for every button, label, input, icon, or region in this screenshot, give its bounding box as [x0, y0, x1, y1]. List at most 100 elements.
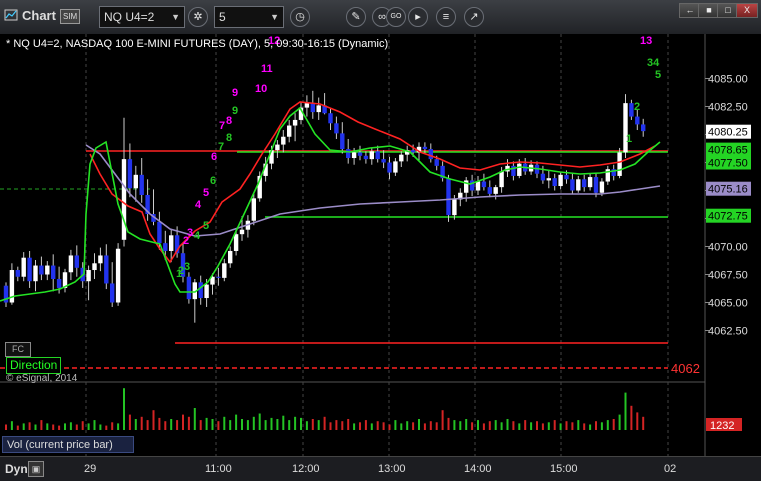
volume-bar — [117, 423, 120, 430]
time-label: 14:00 — [464, 463, 492, 475]
volume-bar — [512, 421, 515, 430]
volume-bar — [223, 416, 226, 430]
candle-body — [92, 263, 97, 271]
candle-body — [139, 174, 144, 195]
candle-body — [86, 270, 91, 282]
candle-body — [641, 124, 646, 132]
volume-bar — [176, 420, 179, 430]
close-button[interactable]: X — [736, 3, 758, 18]
pencil-icon[interactable]: ✎ — [346, 7, 366, 27]
volume-bar — [276, 419, 279, 430]
candle-body — [475, 181, 481, 191]
volume-bar — [40, 420, 43, 430]
dyn-toggle-button[interactable]: ▣ — [28, 461, 44, 477]
volume-bar — [58, 425, 61, 430]
volume-bar — [164, 421, 167, 430]
volume-bar — [612, 419, 615, 430]
volume-bar — [388, 424, 391, 430]
volume-bar — [400, 423, 403, 430]
candle-body — [452, 199, 457, 216]
go-icon[interactable]: GO — [386, 7, 406, 27]
candle-body — [15, 270, 20, 277]
candle-body — [546, 178, 551, 181]
volume-bar — [541, 423, 544, 430]
volume-bar — [453, 420, 456, 430]
candle-body — [287, 125, 292, 137]
price-panel[interactable] — [0, 34, 705, 382]
candle-body — [127, 159, 133, 189]
candle-body — [304, 103, 310, 108]
volume-bar — [170, 419, 173, 430]
volume-bar — [482, 423, 485, 430]
volume-bar — [87, 423, 90, 430]
time-axis-bar: Dyn ▣ 29 11:00 12:00 13:00 14:00 15:00 0… — [0, 456, 761, 481]
gear-icon[interactable]: ✲ — [188, 7, 208, 27]
td-count-label: 5 — [203, 220, 209, 232]
volume-bar — [547, 422, 550, 430]
volume-bar — [128, 414, 131, 430]
volume-study-label[interactable]: Vol (current price bar) — [2, 436, 134, 453]
volume-bar — [146, 420, 149, 430]
candle-body — [564, 174, 569, 180]
volume-bar — [300, 417, 302, 430]
symbol-combo[interactable]: NQ U4=2 ▼ — [99, 6, 185, 28]
candle-body — [21, 257, 26, 277]
volume-bar — [518, 423, 521, 430]
volume-bar — [217, 421, 220, 430]
bars-icon[interactable]: ≡ — [436, 7, 456, 27]
volume-bar — [536, 421, 538, 430]
candle-body — [576, 179, 581, 191]
fc-box[interactable]: FC — [5, 342, 31, 357]
volume-bar — [642, 416, 645, 430]
sim-badge: SIM — [60, 9, 81, 24]
volume-bar — [123, 388, 125, 430]
candle-body — [39, 265, 44, 275]
volume-bar — [241, 419, 243, 430]
td-count-label: 3 — [184, 261, 190, 273]
volume-bar — [624, 392, 627, 430]
candle-body — [121, 159, 127, 240]
candle-body — [239, 229, 245, 235]
volume-bar — [488, 421, 491, 430]
chevron-down-icon: ▼ — [270, 12, 279, 22]
candle-body — [593, 177, 599, 193]
pointer-icon[interactable]: ↗ — [464, 7, 484, 27]
direction-label[interactable]: Direction — [6, 357, 62, 374]
volume-bar — [193, 408, 196, 430]
volume-bar — [134, 419, 137, 430]
play-icon[interactable]: ▸ — [408, 7, 428, 27]
interval-combo[interactable]: 5 ▼ — [214, 6, 284, 28]
price-axis-label: 4082.50 — [708, 102, 748, 114]
candle-body — [487, 187, 492, 194]
candle-body — [346, 149, 351, 159]
volume-bar — [583, 423, 586, 430]
time-label: 12:00 — [292, 463, 320, 475]
volume-bar — [22, 423, 25, 430]
price-tag-text: 4077.50 — [708, 158, 748, 170]
candle-body — [68, 255, 74, 273]
interval-value: 5 — [219, 10, 226, 24]
td-count-label: 8 — [226, 132, 232, 144]
volume-bar — [5, 424, 7, 430]
candle-body — [446, 178, 451, 216]
volume-bar — [317, 420, 320, 430]
volume-bar — [140, 416, 143, 430]
volume-bar — [335, 420, 338, 430]
volume-bar — [28, 422, 31, 430]
volume-bar — [447, 417, 450, 430]
candle-body — [74, 255, 79, 268]
candle-body — [481, 181, 487, 188]
candle-body — [410, 150, 416, 153]
td-count-label: 5 — [655, 69, 661, 81]
volume-bar — [553, 420, 556, 430]
volume-bar — [359, 422, 361, 430]
clock-icon[interactable]: ◷ — [290, 7, 310, 27]
candle-body — [216, 276, 221, 278]
td-count-label: 3 — [187, 227, 193, 239]
volume-bar — [258, 413, 261, 430]
volume-bar — [264, 420, 267, 430]
chart-app-icon — [4, 8, 18, 22]
td-count-label: 4 — [195, 199, 202, 211]
chart-area[interactable]: 1234567 89 101112 13345212 3456789 4085.0040… — [0, 34, 761, 456]
candle-body — [375, 151, 380, 160]
